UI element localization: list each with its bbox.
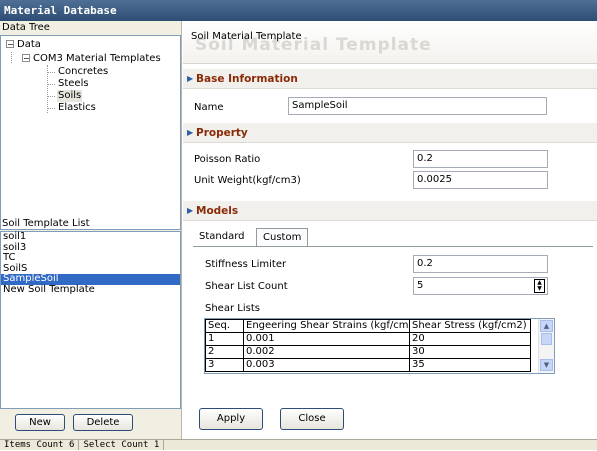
property-section[interactable]: ▶ Property (183, 123, 597, 143)
table-cell[interactable]: 0.003 (243, 358, 410, 372)
column-header[interactable]: Engeering Shear Strains (kgf/cm2) (243, 319, 410, 333)
scroll-thumb[interactable] (541, 333, 552, 345)
tree-node-soils[interactable]: Soils (57, 90, 83, 102)
table-row[interactable]: 3 0.003 35 (205, 358, 531, 372)
base-information-label: Base Information (196, 73, 298, 85)
section-arrow-icon: ▶ (187, 128, 194, 137)
models-label: Models (196, 205, 239, 217)
tab-custom[interactable]: Custom (256, 228, 309, 246)
apply-button[interactable]: Apply (199, 408, 263, 430)
section-arrow-icon: ▶ (187, 206, 194, 215)
select-count-status: Select Count 1 (79, 440, 165, 450)
new-button[interactable]: New (15, 414, 65, 431)
panel-header: Soil Material Template Soil Material Tem… (183, 21, 597, 64)
tab-standard[interactable]: Standard (199, 228, 245, 246)
tree-node-elastics[interactable]: Elastics (58, 102, 96, 114)
poisson-ratio-field[interactable]: 0.2 (413, 150, 548, 168)
shear-lists-table-frame: Seq. Engeering Shear Strains (kgf/cm2) S… (204, 318, 555, 374)
table-cell[interactable]: 3 (205, 358, 244, 372)
table-cell[interactable]: 30 (409, 345, 531, 359)
table-cell[interactable]: 0.001 (243, 332, 410, 346)
table-cell[interactable]: 20 (409, 332, 531, 346)
data-tree-header: Data Tree (2, 22, 50, 33)
table-cell[interactable]: 2 (205, 345, 244, 359)
table-cell[interactable]: 35 (409, 358, 531, 372)
stiffness-limiter-field[interactable]: 0.2 (413, 255, 548, 273)
template-panel: Soil Material Template Soil Material Tem… (183, 21, 597, 439)
name-field[interactable]: SampleSoil (288, 97, 547, 115)
data-tree[interactable]: − Data − COM3 Material Templates Concretes… (0, 35, 181, 230)
list-item[interactable]: New Soil Template (1, 284, 180, 296)
left-pane: Data Tree − Data − COM3 Material Templates… (0, 21, 182, 439)
tree-node-data[interactable]: − Data (6, 39, 41, 51)
list-item[interactable]: soil3 (1, 242, 180, 254)
items-count-status: Items Count 6 (0, 440, 80, 450)
table-scrollbar[interactable]: ▲ ▼ (538, 319, 554, 373)
list-item[interactable]: TC (1, 252, 180, 264)
tree-node-data-label: Data (17, 39, 41, 50)
tree-node-com3-label: COM3 Material Templates (33, 53, 161, 64)
shear-list-count-value: 5 (417, 280, 424, 291)
tree-node-com3-templates[interactable]: − COM3 Material Templates (22, 53, 161, 65)
table-cell[interactable]: 1 (205, 332, 244, 346)
collapse-icon[interactable]: − (22, 54, 30, 63)
header-title: Soil Material Template (191, 31, 302, 42)
soil-template-list-header: Soil Template List (2, 218, 90, 229)
name-label: Name (194, 102, 224, 113)
shear-lists-label: Shear Lists (205, 303, 260, 314)
scroll-up-icon[interactable]: ▲ (540, 320, 553, 332)
table-cell[interactable]: 0.002 (243, 345, 410, 359)
models-section[interactable]: ▶ Models (183, 201, 597, 221)
table-row[interactable]: 2 0.002 30 (205, 345, 531, 359)
poisson-ratio-label: Poisson Ratio (194, 154, 261, 165)
table-header-row: Seq. Engeering Shear Strains (kgf/cm2) S… (205, 319, 531, 333)
shear-list-count-label: Shear List Count (205, 281, 288, 292)
property-label: Property (196, 127, 248, 139)
shear-list-count-stepper[interactable]: 5 ▲ ▼ (413, 277, 548, 295)
column-header[interactable]: Seq. (205, 319, 244, 333)
unit-weight-field[interactable]: 0.0025 (413, 171, 548, 189)
list-item[interactable]: soil1 (1, 231, 180, 243)
shear-lists-table[interactable]: Seq. Engeering Shear Strains (kgf/cm2) S… (205, 319, 531, 372)
soil-template-list[interactable]: soil1 soil3 TC SoilS SampleSoil New Soil… (0, 231, 181, 409)
tree-node-steels[interactable]: Steels (58, 78, 89, 90)
delete-button[interactable]: Delete (73, 414, 133, 431)
window-title: Material Database (0, 0, 597, 21)
close-button[interactable]: Close (280, 408, 344, 430)
stepper-arrows-icon[interactable]: ▲ ▼ (534, 279, 545, 293)
tab-divider (193, 246, 593, 247)
table-row[interactable]: 1 0.001 20 (205, 332, 531, 346)
unit-weight-label: Unit Weight(kgf/cm3) (194, 175, 301, 186)
scroll-down-icon[interactable]: ▼ (540, 359, 553, 371)
stiffness-limiter-label: Stiffness Limiter (205, 259, 287, 270)
tree-node-concretes[interactable]: Concretes (58, 66, 108, 78)
status-bar: Items Count 6 Select Count 1 (0, 439, 597, 450)
section-arrow-icon: ▶ (187, 74, 194, 83)
column-header[interactable]: Shear Stress (kgf/cm2) (409, 319, 531, 333)
collapse-icon[interactable]: − (6, 40, 14, 49)
list-item-selected[interactable]: SampleSoil (1, 273, 180, 285)
base-information-section[interactable]: ▶ Base Information (183, 69, 597, 89)
